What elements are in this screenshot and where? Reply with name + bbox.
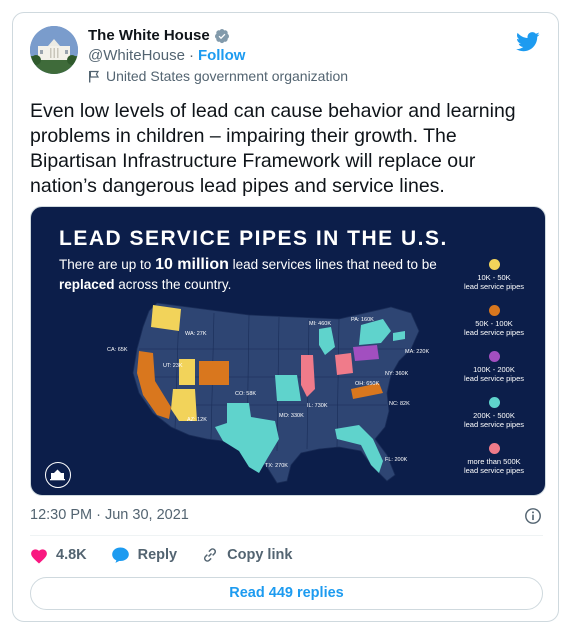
- state-mo: [275, 375, 301, 401]
- legend-range: 10K - 50K: [477, 273, 511, 282]
- legend-unit: lead service pipes: [463, 282, 525, 291]
- reply-icon: [111, 547, 129, 563]
- label-ut: UT: 23K: [163, 363, 183, 369]
- copy-link-label: Copy link: [227, 547, 293, 563]
- state-wa: [151, 305, 181, 331]
- tweet-timestamp[interactable]: 12:30 PM · Jun 30, 2021: [30, 507, 189, 523]
- label-fl: FL: 200K: [385, 457, 408, 463]
- tweet-time: 12:30 PM: [30, 507, 93, 523]
- legend-unit: lead service pipes: [463, 466, 525, 475]
- white-house-avatar-image: [30, 26, 78, 74]
- subtitle-pre: There are up to: [59, 257, 156, 272]
- legend-item: 10K - 50K lead service pipes: [449, 259, 539, 301]
- label-ma: MA: 220K: [405, 349, 429, 355]
- author-handle[interactable]: @WhiteHouse: [88, 47, 185, 64]
- tweet-date: Jun 30, 2021: [104, 507, 189, 523]
- government-label[interactable]: United States government organization: [88, 68, 348, 84]
- state-pa: [353, 345, 379, 361]
- legend-range: more than 500K: [467, 457, 521, 466]
- avatar[interactable]: [30, 26, 78, 74]
- government-label-text: United States government organization: [106, 68, 349, 84]
- reply-button[interactable]: Reply: [111, 546, 178, 564]
- us-map: WA: 27K CA: 65K UT: 23K AZ: 12K CO: 58K …: [107, 302, 429, 484]
- label-wa: WA: 27K: [185, 331, 207, 337]
- state-oh: [335, 353, 353, 375]
- label-mo: MO: 330K: [279, 413, 304, 419]
- legend-unit: lead service pipes: [463, 328, 525, 337]
- label-tx: TX: 270K: [265, 463, 288, 469]
- legend-item: 50K - 100K lead service pipes: [449, 305, 539, 347]
- legend-dot: [488, 259, 500, 270]
- legend-item: 100K - 200K lead service pipes: [449, 351, 539, 393]
- author-name-row[interactable]: The White House: [88, 27, 230, 44]
- label-mi: MI: 460K: [309, 321, 331, 327]
- tweet-card: The White House @WhiteHouse · Follow Uni…: [12, 12, 559, 622]
- separator-dot: ·: [96, 507, 101, 523]
- legend-unit: lead service pipes: [463, 374, 525, 383]
- label-il: IL: 730K: [307, 403, 328, 409]
- reply-label: Reply: [137, 547, 178, 563]
- twitter-bird-icon[interactable]: [516, 31, 540, 53]
- infographic-title: LEAD SERVICE PIPES IN THE U.S.: [59, 227, 448, 250]
- legend-range: 100K - 200K: [473, 365, 515, 374]
- label-pa: NY: 360K: [385, 371, 409, 377]
- legend-range: 50K - 100K: [475, 319, 513, 328]
- subtitle-highlight: 10 million: [155, 256, 229, 273]
- legend-range: 200K - 500K: [473, 411, 515, 420]
- flag-icon: [89, 70, 100, 82]
- label-ca: CA: 65K: [107, 347, 128, 353]
- copy-link-button[interactable]: Copy link: [201, 546, 292, 564]
- subtitle-mid: lead services lines that need to be: [228, 257, 437, 272]
- label-nc: NC: 82K: [389, 401, 410, 407]
- handle-row: @WhiteHouse · Follow: [88, 47, 245, 64]
- label-az: AZ: 12K: [187, 417, 207, 423]
- white-house-seal-icon: [50, 469, 65, 481]
- heart-icon: [31, 548, 47, 563]
- read-replies-button[interactable]: Read 449 replies: [30, 577, 543, 610]
- link-icon: [204, 548, 217, 562]
- follow-link[interactable]: Follow: [198, 47, 246, 64]
- like-button[interactable]: 4.8K: [30, 547, 87, 564]
- tweet-text: Even low levels of lead can cause behavi…: [30, 100, 516, 197]
- label-co: CO: 58K: [235, 391, 256, 397]
- legend-dot: [488, 397, 500, 408]
- legend-dot: [488, 443, 500, 454]
- legend-dot: [488, 351, 500, 362]
- label-oh: OH: 650K: [355, 381, 379, 387]
- legend-unit: lead service pipes: [463, 420, 525, 429]
- state-co: [199, 361, 229, 385]
- map-legend: 10K - 50K lead service pipes 50K - 100K …: [449, 259, 539, 489]
- divider: [30, 535, 543, 536]
- legend-item: 200K - 500K lead service pipes: [449, 397, 539, 439]
- info-icon[interactable]: [524, 507, 542, 525]
- like-count: 4.8K: [56, 547, 87, 563]
- legend-item: more than 500K lead service pipes: [449, 443, 539, 485]
- legend-dot: [488, 305, 500, 316]
- tweet-media-infographic[interactable]: LEAD SERVICE PIPES IN THE U.S. There are…: [30, 206, 546, 496]
- separator-dot: ·: [188, 47, 194, 64]
- action-bar: 4.8K Reply Copy link: [30, 546, 316, 564]
- white-house-logo: [45, 462, 71, 488]
- label-ny: PA: 160K: [351, 317, 374, 323]
- verified-badge-icon: [214, 28, 229, 43]
- author-name[interactable]: The White House: [88, 27, 210, 44]
